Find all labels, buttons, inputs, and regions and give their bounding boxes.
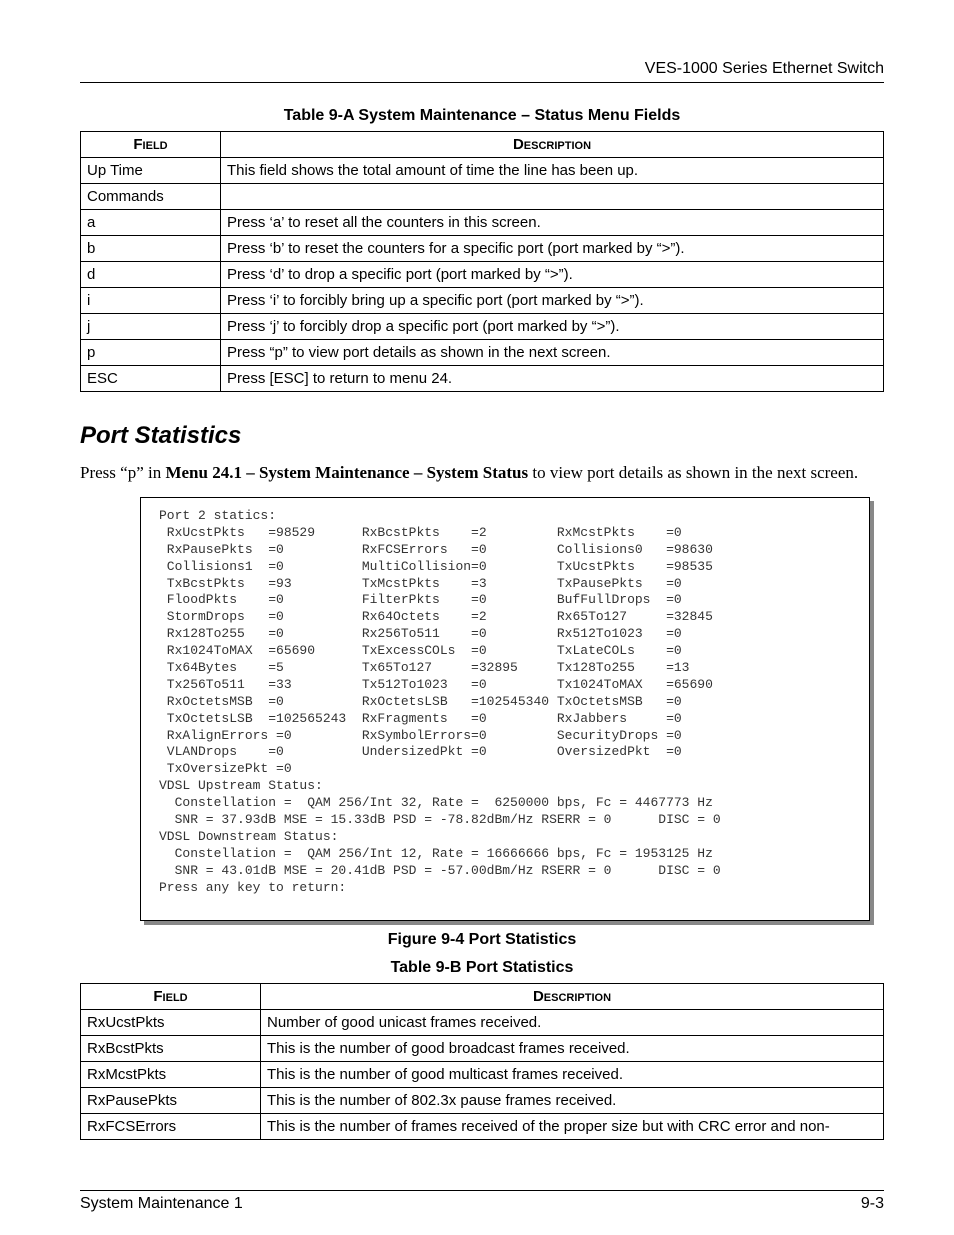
desc-cell: This is the number of frames received of…	[261, 1114, 884, 1140]
field-cell: j	[81, 314, 221, 340]
intro-paragraph: Press “p” in Menu 24.1 – System Maintena…	[80, 462, 884, 485]
field-cell: RxUcstPkts	[81, 1010, 261, 1036]
field-cell: i	[81, 288, 221, 314]
intro-c: to view port details as shown in the nex…	[528, 463, 858, 482]
field-cell: RxFCSErrors	[81, 1114, 261, 1140]
field-cell: RxMcstPkts	[81, 1062, 261, 1088]
desc-cell: Press “p” to view port details as shown …	[221, 340, 884, 366]
table-row: RxPausePktsThis is the number of 802.3x …	[81, 1088, 884, 1114]
desc-cell: This field shows the total amount of tim…	[221, 158, 884, 184]
desc-cell: This is the number of 802.3x pause frame…	[261, 1088, 884, 1114]
header-rule	[80, 82, 884, 83]
caption-text-a: Table 9-A System Maintenance	[284, 107, 521, 124]
terminal-output: Port 2 statics: RxUcstPkts =98529 RxBcst…	[140, 497, 870, 921]
desc-cell: Press ‘d’ to drop a specific port (port …	[221, 262, 884, 288]
table-row: dPress ‘d’ to drop a specific port (port…	[81, 262, 884, 288]
caption-text-b: Status Menu Fields	[534, 107, 680, 124]
figure-caption: Figure 9-4 Port Statistics	[80, 931, 884, 949]
desc-cell: Number of good unicast frames received.	[261, 1010, 884, 1036]
table-row: RxFCSErrorsThis is the number of frames …	[81, 1114, 884, 1140]
field-cell: p	[81, 340, 221, 366]
terminal-container: Port 2 statics: RxUcstPkts =98529 RxBcst…	[140, 497, 870, 921]
table-b: Field Description RxUcstPktsNumber of go…	[80, 983, 884, 1140]
table-row: RxUcstPktsNumber of good unicast frames …	[81, 1010, 884, 1036]
field-cell: Up Time	[81, 158, 221, 184]
field-cell: RxBcstPkts	[81, 1036, 261, 1062]
desc-cell	[221, 184, 884, 210]
desc-cell: Press ‘b’ to reset the counters for a sp…	[221, 236, 884, 262]
footer-left: System Maintenance 1	[80, 1195, 243, 1213]
desc-cell: Press [ESC] to return to menu 24.	[221, 366, 884, 392]
intro-b: Menu 24.1 – System Maintenance – System …	[165, 463, 528, 482]
table-row: RxMcstPktsThis is the number of good mul…	[81, 1062, 884, 1088]
field-cell: a	[81, 210, 221, 236]
intro-a: Press “p” in	[80, 463, 165, 482]
desc-cell: Press ‘j’ to forcibly drop a specific po…	[221, 314, 884, 340]
table-row: iPress ‘i’ to forcibly bring up a specif…	[81, 288, 884, 314]
field-cell: b	[81, 236, 221, 262]
header-product: VES-1000 Series Ethernet Switch	[80, 60, 884, 78]
page-footer: System Maintenance 1 9-3	[80, 1190, 884, 1213]
table-row: Up TimeThis field shows the total amount…	[81, 158, 884, 184]
table-row: ESCPress [ESC] to return to menu 24.	[81, 366, 884, 392]
desc-cell: Press ‘i’ to forcibly bring up a specifi…	[221, 288, 884, 314]
table-b-caption: Table 9-B Port Statistics	[80, 959, 884, 977]
table-row: pPress “p” to view port details as shown…	[81, 340, 884, 366]
table-a-caption: Table 9-A System Maintenance – Status Me…	[80, 107, 884, 125]
table-a-head-desc: Description	[221, 132, 884, 158]
table-row: bPress ‘b’ to reset the counters for a s…	[81, 236, 884, 262]
section-heading: Port Statistics	[80, 422, 884, 450]
field-cell: RxPausePkts	[81, 1088, 261, 1114]
table-b-head-field: Field	[81, 984, 261, 1010]
field-cell: Commands	[81, 184, 221, 210]
caption-dash: –	[521, 107, 534, 124]
table-b-head-desc: Description	[261, 984, 884, 1010]
table-a: Field Description Up TimeThis field show…	[80, 131, 884, 392]
desc-cell: This is the number of good broadcast fra…	[261, 1036, 884, 1062]
table-row: aPress ‘a’ to reset all the counters in …	[81, 210, 884, 236]
table-row: RxBcstPktsThis is the number of good bro…	[81, 1036, 884, 1062]
table-a-head-field: Field	[81, 132, 221, 158]
field-cell: d	[81, 262, 221, 288]
desc-cell: This is the number of good multicast fra…	[261, 1062, 884, 1088]
desc-cell: Press ‘a’ to reset all the counters in t…	[221, 210, 884, 236]
table-row: Commands	[81, 184, 884, 210]
field-cell: ESC	[81, 366, 221, 392]
table-row: jPress ‘j’ to forcibly drop a specific p…	[81, 314, 884, 340]
footer-right: 9-3	[861, 1195, 884, 1213]
